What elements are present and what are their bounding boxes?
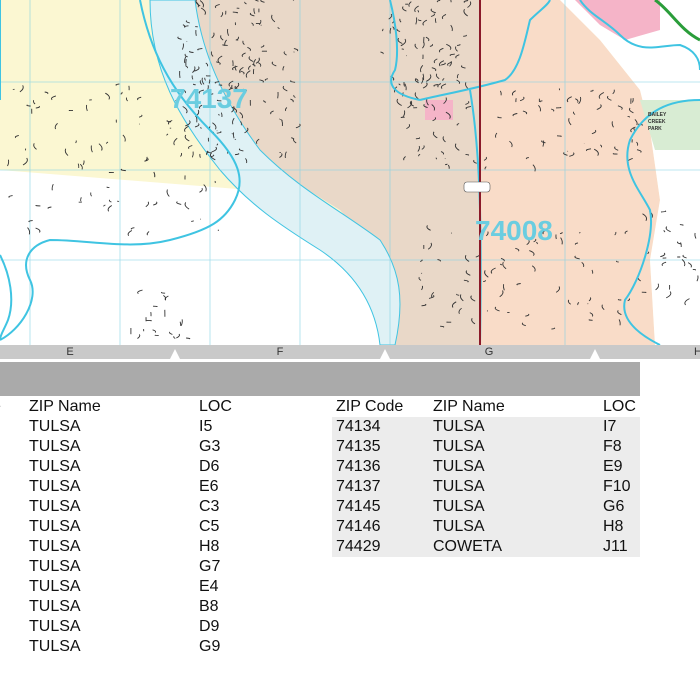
zip-name-cell: TULSA	[29, 578, 81, 595]
zip-name-cell: TULSA	[29, 438, 81, 455]
zip-label-74008: 74008	[475, 215, 553, 246]
header-zip-name: ZIP Name	[29, 398, 101, 415]
zip-name-cell: TULSA	[29, 558, 81, 575]
zip-name-cell: TULSA	[433, 458, 485, 475]
table-row: TULSA G7	[0, 557, 330, 577]
header-zip-name: ZIP Name	[433, 398, 505, 415]
zip-code-cell: 74134	[336, 418, 381, 435]
zip-code-map[interactable]: 74137 74008 BAILEY CREEK PARK	[0, 0, 700, 345]
zip-code-cell: 74145	[336, 498, 381, 515]
table-row: TULSA E6	[0, 477, 330, 497]
table-row: 74137 TULSA F10	[332, 477, 640, 497]
loc-cell: H8	[199, 538, 220, 555]
loc-cell: C5	[199, 518, 220, 535]
street	[612, 153, 618, 155]
loc-cell: F8	[603, 438, 622, 455]
header-zip-code: ZIP Code	[336, 398, 404, 415]
table-row: TULSA C3	[0, 497, 330, 517]
zip-name-cell: TULSA	[29, 538, 81, 555]
table-row: 74145 TULSA G6	[332, 497, 640, 517]
zip-code-cell: 74136	[336, 458, 381, 475]
zip-name-cell: TULSA	[29, 638, 81, 655]
zip-name-cell: TULSA	[29, 598, 81, 615]
zip-name-cell: TULSA	[29, 458, 81, 475]
header-zip-code: e	[0, 397, 1, 417]
zip-code-cell: 74429	[336, 538, 381, 555]
loc-cell: H8	[603, 518, 624, 535]
table-row: TULSA I5	[0, 417, 330, 437]
zip-name-cell: TULSA	[433, 518, 485, 535]
street	[35, 204, 41, 207]
street	[578, 232, 581, 234]
zip-name-cell: TULSA	[433, 498, 485, 515]
table-row: 74135 TULSA F8	[332, 437, 640, 457]
zip-index-table-right: ZIP Code ZIP Name LOC 74134 TULSA I7 74135 T…	[332, 397, 640, 557]
loc-cell: D9	[199, 618, 220, 635]
table-header-row: e ZIP Name LOC	[0, 397, 330, 417]
zip-code-cell: 74137	[336, 478, 381, 495]
loc-cell: G6	[603, 498, 625, 515]
map-canvas: 74137 74008 BAILEY CREEK PARK	[0, 0, 700, 345]
grid-divider-icon	[380, 349, 390, 359]
zip-name-cell: TULSA	[29, 618, 81, 635]
loc-cell: G3	[199, 438, 221, 455]
table-row: TULSA D9	[0, 617, 330, 637]
grid-divider-icon	[590, 349, 600, 359]
park-label-line-1: BAILEY	[648, 112, 667, 118]
zip-name-cell: TULSA	[29, 498, 81, 515]
header-loc: LOC	[199, 398, 232, 415]
zip-index-table-left: e ZIP Name LOC TULSAI5TULSAG3TULSAD6TULS…	[0, 397, 330, 657]
loc-cell: C3	[199, 498, 220, 515]
loc-cell: I7	[603, 418, 617, 435]
loc-cell: G7	[199, 558, 221, 575]
grid-column-bar: E F G H	[0, 345, 700, 359]
highway-shield	[463, 181, 491, 193]
zip-name-cell: TULSA	[433, 418, 485, 435]
grid-column-g: G	[484, 346, 494, 358]
table-row: 74136 TULSA E9	[332, 457, 640, 477]
grid-divider-icon	[170, 349, 180, 359]
park-label-line-2: CREEK	[648, 119, 666, 125]
table-row: TULSA H8	[0, 537, 330, 557]
table-header-row: ZIP Code ZIP Name LOC	[332, 397, 640, 417]
zip-code-cell: 74135	[336, 438, 381, 455]
zip-name-cell: COWETA	[433, 538, 503, 555]
zip-name-cell: TULSA	[29, 478, 81, 495]
street	[617, 299, 622, 301]
table-row: 74429 COWETA J11	[332, 537, 640, 557]
loc-cell: E6	[199, 478, 219, 495]
zip-name-cell: TULSA	[29, 518, 81, 535]
table-row: TULSA D6	[0, 457, 330, 477]
table-row: TULSA G3	[0, 437, 330, 457]
loc-cell: G9	[199, 638, 221, 655]
loc-cell: E4	[199, 578, 219, 595]
zip-name-cell: TULSA	[433, 478, 485, 495]
table-row: 74146 TULSA H8	[332, 517, 640, 537]
zip-index-header-bar	[0, 362, 640, 396]
header-loc: LOC	[603, 398, 636, 415]
table-row: TULSA E4	[0, 577, 330, 597]
loc-cell: F10	[603, 478, 631, 495]
table-row: 74134 TULSA I7	[332, 417, 640, 437]
grid-column-e: E	[66, 346, 74, 358]
zip-name-cell: TULSA	[29, 418, 81, 435]
grid-column-h: H	[694, 346, 700, 358]
zip-label-74137: 74137	[170, 83, 248, 114]
grid-column-f: F	[276, 346, 284, 358]
pink-zone-small	[425, 100, 453, 120]
loc-cell: D6	[199, 458, 220, 475]
park-label-line-3: PARK	[648, 126, 662, 132]
zip-code-cell: 74146	[336, 518, 381, 535]
table-row: TULSA C5	[0, 517, 330, 537]
loc-cell: B8	[199, 598, 219, 615]
loc-cell: I5	[199, 418, 213, 435]
loc-cell: J11	[603, 538, 628, 555]
table-row: TULSA G9	[0, 637, 330, 657]
loc-cell: E9	[603, 458, 623, 475]
zip-name-cell: TULSA	[433, 438, 485, 455]
table-row: TULSA B8	[0, 597, 330, 617]
